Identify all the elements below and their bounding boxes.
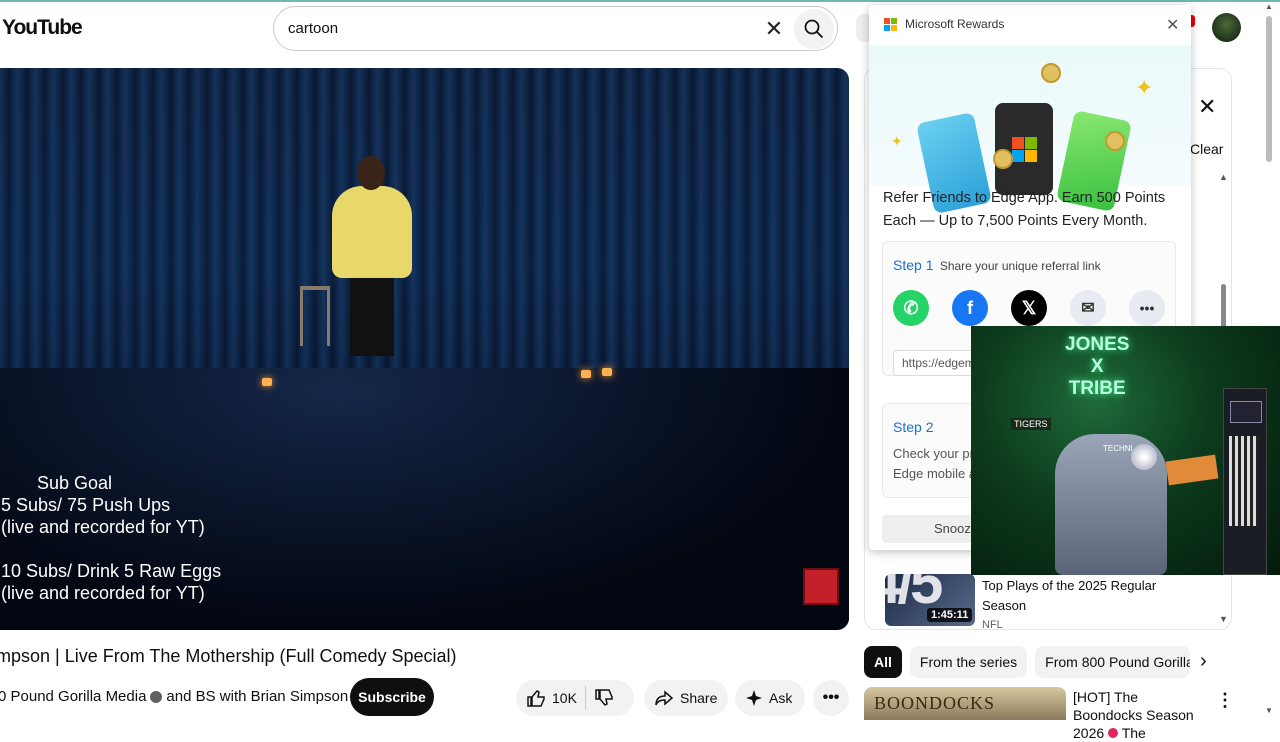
chip-from-channel[interactable]: From 800 Pound Gorilla Me xyxy=(1035,646,1191,678)
neon-sign: JONES X TRIBE xyxy=(1065,334,1130,399)
sub-goal-line: (live and recorded for YT) xyxy=(1,583,205,603)
share-button[interactable]: Share xyxy=(644,680,728,716)
table-lamp xyxy=(602,368,612,376)
step-1-label: Step 1 xyxy=(893,257,934,273)
panel-scrollbar[interactable] xyxy=(1221,284,1226,330)
voice-search-button[interactable] xyxy=(856,14,870,42)
sparkle-icon: ✦ xyxy=(891,133,903,149)
rewards-headline: Refer Friends to Edge App. Earn 500 Poin… xyxy=(883,190,1166,229)
more-actions-button[interactable]: ••• xyxy=(813,680,849,716)
share-label: Share xyxy=(680,690,718,706)
verified-icon xyxy=(150,690,163,703)
live-dot-icon xyxy=(1108,728,1119,738)
sub-goal-line: 5 Subs/ 75 Push Ups xyxy=(1,495,171,515)
search-box[interactable]: cartoon ✕ xyxy=(273,6,838,51)
page-scroll-up[interactable]: ▲ xyxy=(1265,2,1273,11)
like-dislike-group: 10K xyxy=(516,680,634,716)
ask-label: Ask xyxy=(769,690,793,706)
coin-icon xyxy=(993,149,1013,169)
clear-icon[interactable]: ✕ xyxy=(754,16,794,42)
cabinet-screen xyxy=(1230,401,1262,423)
window-top-border xyxy=(0,0,1280,2)
comedian-legs xyxy=(350,276,394,356)
comedian-body xyxy=(332,186,412,278)
video-title: impson | Live From The Mothership (Full … xyxy=(0,646,457,666)
sub-goal-line: 10 Subs/ Drink 5 Raw Eggs xyxy=(1,561,222,581)
like-count[interactable]: 10K xyxy=(552,690,577,706)
microsoft-logo-icon xyxy=(884,17,897,31)
recommendation-thumbnail[interactable]: BOONDOCKS xyxy=(864,687,1066,720)
flag xyxy=(1229,436,1259,526)
recommendation-title[interactable]: Top Plays of the 2025 Regular Season xyxy=(982,576,1182,616)
subscribe-button[interactable]: Subscribe xyxy=(350,678,434,716)
video-curtain xyxy=(0,68,849,368)
filter-chips: All From the series From 800 Pound Goril… xyxy=(864,646,1191,678)
coin-icon xyxy=(1105,131,1125,151)
recommendation-title-end: The xyxy=(1121,725,1146,741)
channel-watermark-logo xyxy=(803,568,839,605)
disc xyxy=(1131,444,1157,470)
search-icon xyxy=(804,19,824,38)
page-scrollbar[interactable] xyxy=(1266,16,1272,162)
recommendation-title[interactable]: [HOT] The Boondocks Season 2026 The xyxy=(1073,688,1203,742)
step-2-description: Check your pr Edge mobile a xyxy=(893,446,976,481)
x-icon[interactable]: 𝕏 xyxy=(1011,290,1047,326)
comedian-head xyxy=(357,156,385,190)
table-lamp xyxy=(262,378,272,386)
rewards-header: Microsoft Rewards xyxy=(884,17,1004,31)
dislike-icon[interactable] xyxy=(594,688,614,708)
sub-goal-line: (live and recorded for YT) xyxy=(1,517,205,537)
channel-name[interactable]: 0 Pound Gorilla Media xyxy=(0,688,146,705)
video-player[interactable]: Sub Goal 5 Subs/ 75 Push Ups (live and r… xyxy=(0,68,849,630)
share-icon xyxy=(655,690,674,706)
recommendation-channel[interactable]: NFL xyxy=(982,619,1003,631)
box xyxy=(1165,454,1219,486)
sparkle-icon xyxy=(746,690,762,706)
chevron-right-icon[interactable]: › xyxy=(1200,650,1207,673)
collab-channel[interactable]: and BS with Brian Simpson xyxy=(166,688,348,705)
page-scroll-down[interactable]: ▼ xyxy=(1265,706,1273,715)
scroll-down-arrow[interactable]: ▼ xyxy=(1219,614,1228,624)
more-icon[interactable]: ••• xyxy=(1129,290,1165,326)
chair-brand: TECHNI xyxy=(1103,444,1133,453)
channel-line: 0 Pound Gorilla Media and BS with Brian … xyxy=(0,688,348,705)
sparkle-icon: ✦ xyxy=(1135,75,1154,100)
rewards-title: Microsoft Rewards xyxy=(905,17,1005,31)
more-icon: ••• xyxy=(822,689,840,706)
step-2-label: Step 2 xyxy=(893,419,934,435)
wall-sign: TIGERS xyxy=(1011,418,1051,430)
divider xyxy=(584,686,586,710)
search-input[interactable]: cartoon xyxy=(288,20,754,37)
facebook-icon[interactable]: f xyxy=(952,290,988,326)
close-icon[interactable]: ✕ xyxy=(1198,94,1216,120)
youtube-logo[interactable]: YouTube xyxy=(2,16,83,40)
rewards-hero-image: ✦ ✦ xyxy=(869,45,1191,215)
avatar[interactable] xyxy=(1212,13,1241,42)
step-1-title: Step 1 Share your unique referral link xyxy=(893,257,1101,273)
clear-button[interactable]: Clear xyxy=(1190,141,1223,157)
mail-icon[interactable]: ✉ xyxy=(1070,290,1106,326)
scroll-up-arrow[interactable]: ▲ xyxy=(1219,172,1228,182)
chip-from-series[interactable]: From the series xyxy=(909,646,1028,678)
search-button[interactable] xyxy=(794,8,834,49)
step-1-text: Share your unique referral link xyxy=(939,259,1101,273)
webcam-overlay: JONES X TRIBE TIGERS TECHNI xyxy=(971,326,1280,575)
sub-goal-heading: Sub Goal xyxy=(37,473,113,493)
step-2-title: Step 2 xyxy=(893,419,936,435)
chip-all[interactable]: All xyxy=(864,646,902,678)
thumbnail-text: BOONDOCKS xyxy=(874,693,996,713)
coin-icon xyxy=(1041,63,1061,83)
whatsapp-icon[interactable]: ✆ xyxy=(893,290,929,326)
like-icon[interactable] xyxy=(526,688,546,708)
more-icon[interactable]: ⋮ xyxy=(1216,690,1234,711)
video-stool xyxy=(300,286,330,346)
close-icon[interactable]: ✕ xyxy=(1166,15,1179,35)
microsoft-logo-icon xyxy=(1012,137,1037,162)
ask-button[interactable]: Ask xyxy=(735,680,805,716)
table-lamp xyxy=(581,370,591,378)
counter-watermark: 4/5 xyxy=(868,549,943,616)
